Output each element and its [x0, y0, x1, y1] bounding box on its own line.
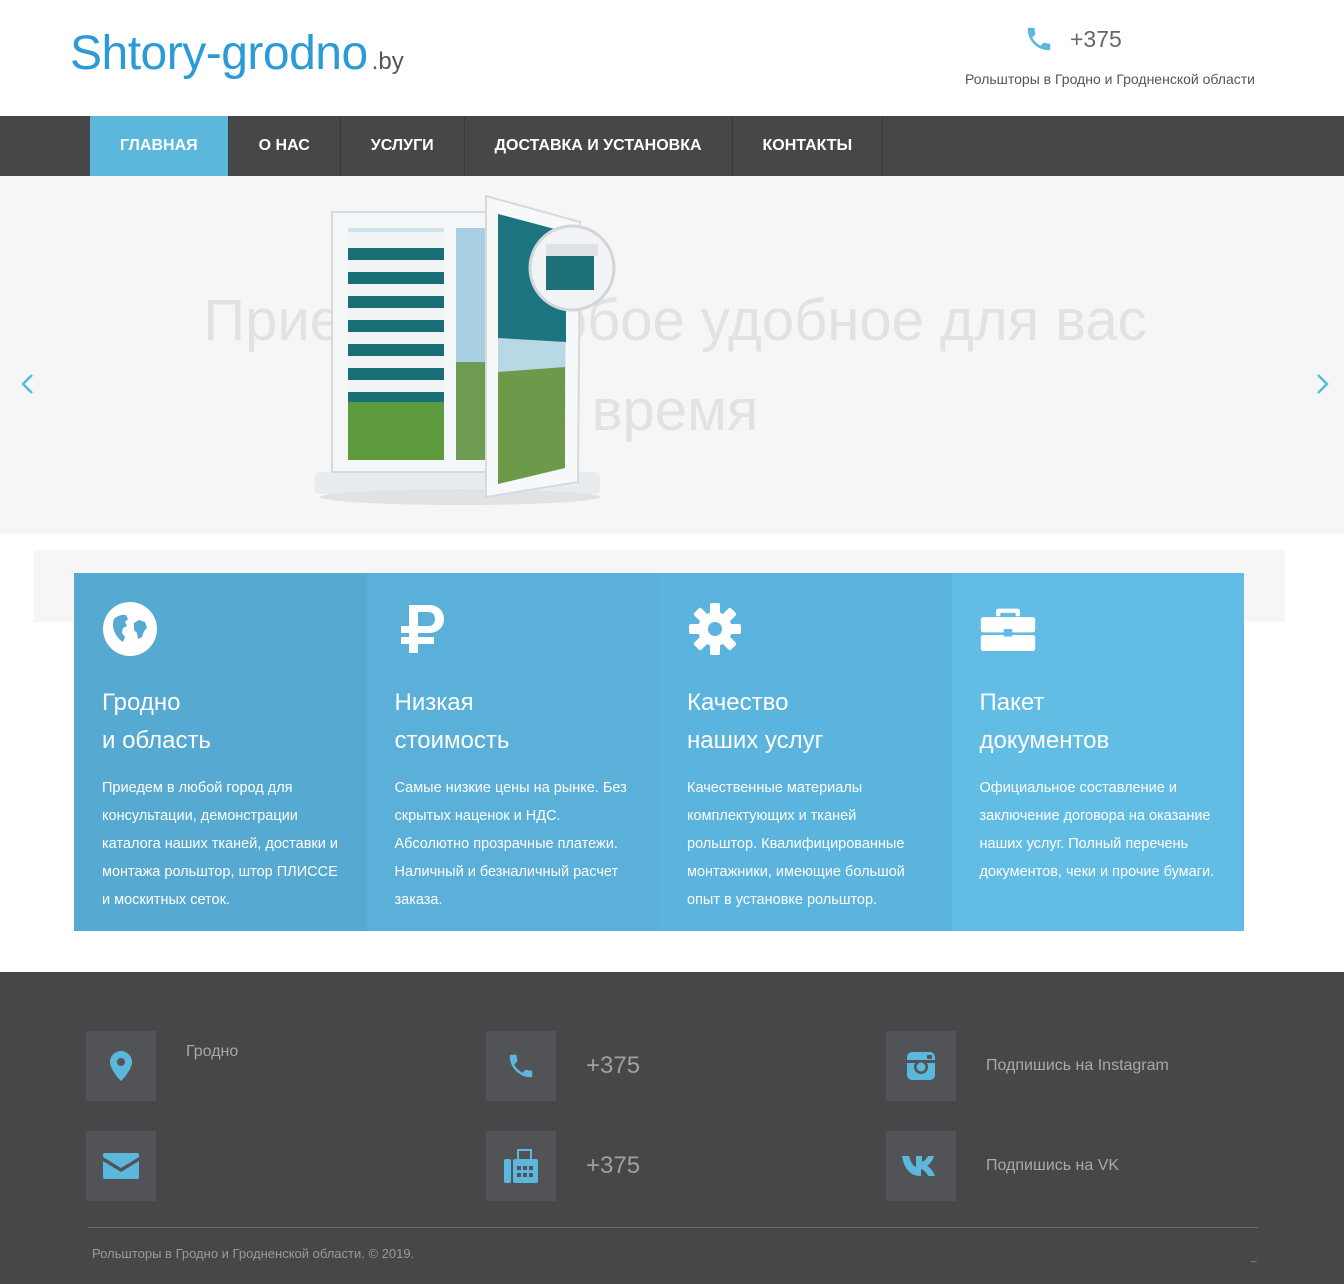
email-box: [86, 1131, 156, 1201]
phone-icon: [509, 1054, 533, 1078]
logo-domain-suffix: .by: [371, 48, 404, 75]
nav-item-services[interactable]: УСЛУГИ: [341, 116, 465, 176]
header-phone-number: +375: [1070, 25, 1122, 52]
instagram-box[interactable]: [886, 1031, 956, 1101]
footer-phone-2[interactable]: +375: [586, 1152, 640, 1180]
feature-title: Качество наших услуг: [687, 689, 824, 754]
fax-icon: [504, 1149, 538, 1183]
phone-icon: [1027, 27, 1051, 51]
vk-box[interactable]: [886, 1131, 956, 1201]
feature-card-documents: Пакет документов Официальное составление…: [951, 573, 1244, 931]
feature-title: Пакет документов: [979, 689, 1110, 754]
map-marker-icon: [110, 1051, 132, 1081]
feature-text: Официальное составление и заключение дог…: [979, 780, 1215, 880]
nav-item-contacts[interactable]: КОНТАКТЫ: [733, 116, 884, 176]
feature-text: Приедем в любой город для консультации, …: [102, 780, 338, 908]
footer-phone-1[interactable]: +375: [586, 1052, 640, 1080]
feature-text: Качественные материалы комплектующих и т…: [687, 780, 905, 908]
feature-text: Самые низкие цены на рынке. Без скрытых …: [394, 780, 627, 908]
main-navigation: ГЛАВНАЯ О НАС УСЛУГИ ДОСТАВКА И УСТАНОВК…: [0, 116, 1344, 176]
footer-dash: _: [1251, 1252, 1257, 1263]
feature-card-region: Гродно и область Приедем в любой город д…: [74, 573, 367, 931]
nav-item-about[interactable]: О НАС: [229, 116, 341, 176]
feature-card-quality: Качество наших услуг Качественные матери…: [659, 573, 952, 931]
features-section: Гродно и область Приедем в любой город д…: [74, 573, 1244, 931]
slider-next-arrow-icon[interactable]: [1312, 372, 1332, 396]
globe-icon: [103, 602, 157, 656]
hero-slide-text: Приедем в любое удобное для вас время: [203, 288, 1147, 443]
location-box: [86, 1031, 156, 1101]
envelope-icon: [103, 1153, 139, 1179]
slider-prev-arrow-icon[interactable]: [18, 372, 38, 396]
copyright-text: Рольшторы в Гродно и Гродненской области…: [92, 1246, 415, 1261]
feature-title: Гродно и область: [102, 689, 211, 754]
logo-main-text: Shtory-grodno: [70, 27, 368, 80]
hero-slider: Приедем в любое удобное для вас время: [0, 176, 1344, 534]
nav-item-home[interactable]: ГЛАВНАЯ: [90, 116, 229, 176]
header-phone[interactable]: +375: [1024, 24, 1122, 54]
footer-city: Гродно: [186, 1043, 239, 1060]
site-header: Shtory-grodno .by +375 Рольшторы в Гродн…: [0, 0, 1344, 116]
briefcase-icon: [980, 608, 1035, 652]
feature-card-price: Низкая стоимость Самые низкие цены на ры…: [366, 573, 659, 931]
fax-box: [486, 1131, 556, 1201]
site-logo[interactable]: Shtory-grodno .by: [70, 26, 404, 81]
header-tagline: Рольшторы в Гродно и Гродненской области: [965, 71, 1255, 87]
nav-item-delivery[interactable]: ДОСТАВКА И УСТАНОВКА: [465, 116, 733, 176]
instagram-icon: [907, 1052, 935, 1080]
site-footer: Гродно +375 Подпишись на Instagram +375 …: [0, 972, 1344, 1284]
vk-link[interactable]: Подпишись на VK: [986, 1157, 1119, 1175]
ruble-icon: [400, 605, 444, 653]
gear-icon: [689, 603, 741, 655]
phone-box: [486, 1031, 556, 1101]
vk-icon: [902, 1156, 935, 1176]
window-with-roller-blinds-image: [315, 194, 616, 505]
footer-divider: [88, 1227, 1258, 1228]
feature-title: Низкая стоимость: [394, 689, 510, 754]
instagram-link[interactable]: Подпишись на Instagram: [986, 1057, 1169, 1075]
